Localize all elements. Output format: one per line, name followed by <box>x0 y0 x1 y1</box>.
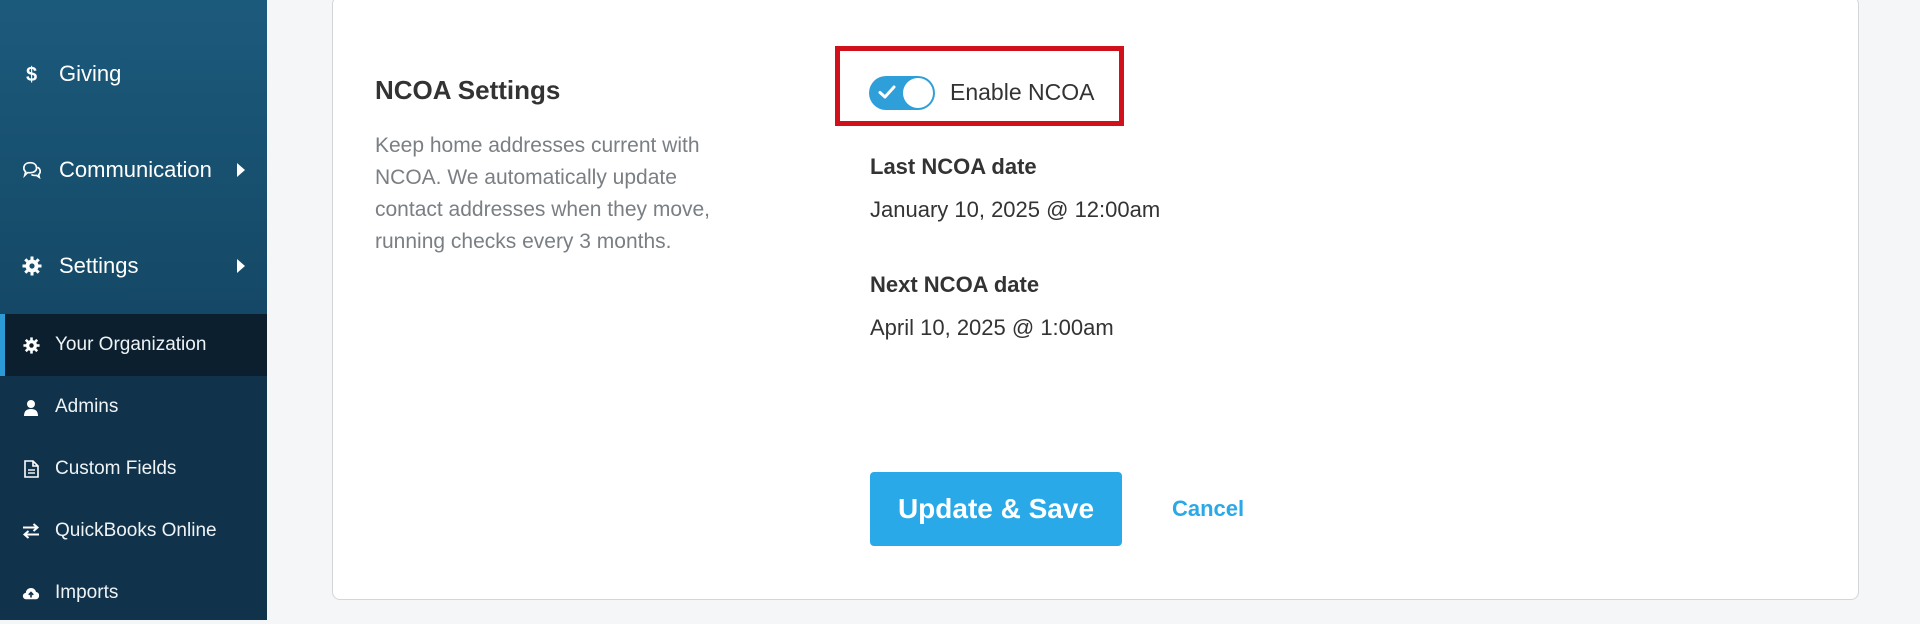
nav-item-label: Giving <box>59 61 122 86</box>
settings-subnav: Your Organization Admins Custom Fields Q… <box>0 314 267 620</box>
sidebar-item-your-organization[interactable]: Your Organization <box>0 314 267 376</box>
toggle-label: Enable NCOA <box>950 79 1095 105</box>
sidebar-item-label: QuickBooks Online <box>55 520 217 541</box>
svg-text:$: $ <box>26 64 37 85</box>
gear-icon <box>22 336 40 354</box>
enable-ncoa-toggle[interactable] <box>869 76 935 110</box>
cancel-link[interactable]: Cancel <box>1172 496 1244 522</box>
toggle-knob <box>903 78 933 108</box>
check-icon <box>878 85 896 99</box>
swap-arrows-icon <box>22 522 40 540</box>
next-ncoa-label: Next NCOA date <box>870 272 1040 297</box>
sidebar: $ Giving Communication Settings Your Org… <box>0 0 267 620</box>
gear-icon <box>22 256 42 276</box>
nav-item-giving[interactable]: $ Giving <box>0 26 267 122</box>
sidebar-item-label: Imports <box>55 582 119 603</box>
sidebar-item-quickbooks-online[interactable]: QuickBooks Online <box>0 500 267 562</box>
dollar-icon: $ <box>22 64 42 85</box>
last-ncoa-value: January 10, 2025 @ 12:00am <box>870 197 1161 222</box>
caret-right-icon <box>237 259 245 273</box>
nav-item-label: Settings <box>59 253 139 278</box>
nav-item-label: Communication <box>59 157 212 182</box>
document-icon <box>22 460 40 478</box>
sidebar-item-label: Custom Fields <box>55 458 177 479</box>
sidebar-item-admins[interactable]: Admins <box>0 376 267 438</box>
section-title: NCOA Settings <box>375 75 561 105</box>
nav-item-settings[interactable]: Settings <box>0 218 267 314</box>
update-save-button[interactable]: Update & Save <box>870 472 1122 546</box>
caret-right-icon <box>237 163 245 177</box>
next-ncoa-value: April 10, 2025 @ 1:00am <box>870 315 1114 340</box>
section-description: Keep home addresses current with NCOA. W… <box>375 134 711 253</box>
cloud-upload-icon <box>22 584 40 602</box>
sidebar-item-imports[interactable]: Imports <box>0 562 267 624</box>
chat-icon <box>22 160 42 180</box>
sidebar-item-label: Admins <box>55 396 119 417</box>
last-ncoa-label: Last NCOA date <box>870 154 1037 179</box>
nav-item-communication[interactable]: Communication <box>0 122 267 218</box>
user-icon <box>22 398 40 416</box>
sidebar-item-custom-fields[interactable]: Custom Fields <box>0 438 267 500</box>
sidebar-item-label: Your Organization <box>55 334 207 355</box>
